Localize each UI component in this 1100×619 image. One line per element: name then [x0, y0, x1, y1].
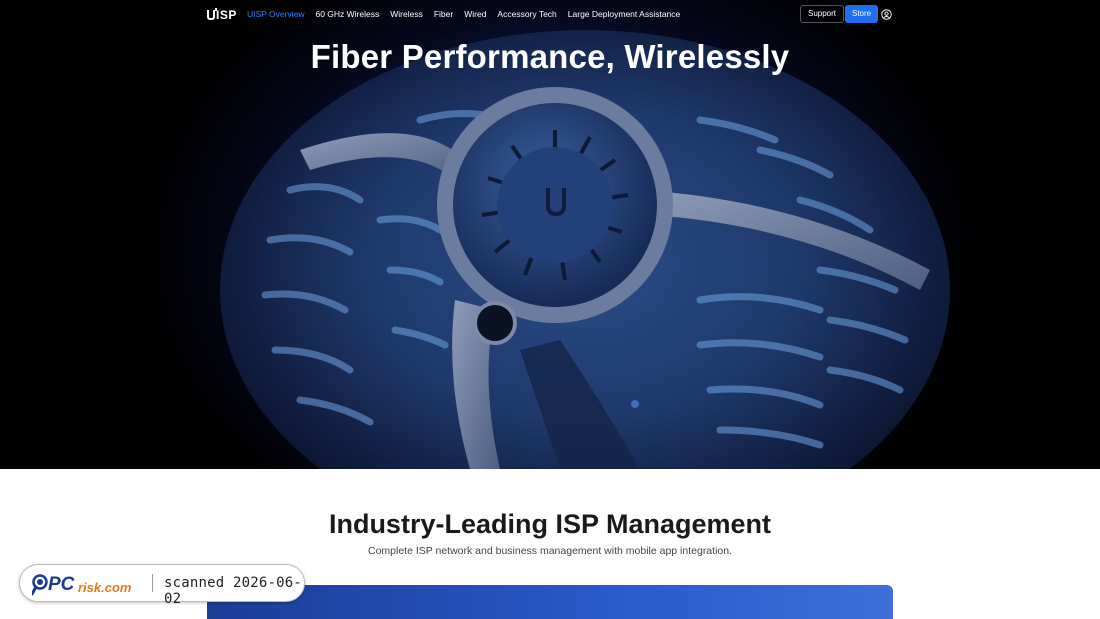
nav-links: UISP Overview 60 GHz Wireless Wireless F… [247, 9, 680, 19]
nav-link-wireless[interactable]: Wireless [390, 9, 423, 19]
store-button[interactable]: Store [845, 5, 879, 23]
badge-divider [152, 574, 153, 592]
svg-text:PC: PC [48, 574, 75, 595]
hero-title: Fiber Performance, Wirelessly [310, 38, 790, 75]
section-title: Industry-Leading ISP Management [328, 509, 772, 539]
nav-link-wired[interactable]: Wired [464, 9, 486, 19]
support-button[interactable]: Support [800, 5, 845, 23]
nav-link-fiber[interactable]: Fiber [434, 9, 453, 19]
pcrisk-logo: PC risk.com [32, 574, 132, 596]
account-circle-icon[interactable] [881, 9, 892, 20]
nav-link-large-deployment-assistance[interactable]: Large Deployment Assistance [568, 9, 680, 19]
u-logo-mark-icon [207, 8, 217, 20]
top-navigation: ISP UISP Overview 60 GHz Wireless Wirele… [0, 0, 1100, 28]
svg-text:risk.com: risk.com [78, 580, 132, 595]
logo-text: ISP [216, 8, 237, 22]
nav-link-60ghz-wireless[interactable]: 60 GHz Wireless [315, 9, 379, 19]
feature-card [207, 585, 893, 619]
scan-watermark-badge: PC risk.com scanned 2026-06-02 [19, 564, 305, 607]
nav-link-accessory-tech[interactable]: Accessory Tech [497, 9, 556, 19]
hero-section: Fiber Performance, Wirelessly [0, 0, 1100, 469]
badge-scan-text: scanned 2026-06-02 [164, 575, 303, 607]
section-subtitle: Complete ISP network and business manage… [367, 545, 732, 557]
uisp-logo[interactable]: ISP [207, 8, 237, 22]
nav-link-uisp-overview[interactable]: UISP Overview [247, 9, 304, 19]
